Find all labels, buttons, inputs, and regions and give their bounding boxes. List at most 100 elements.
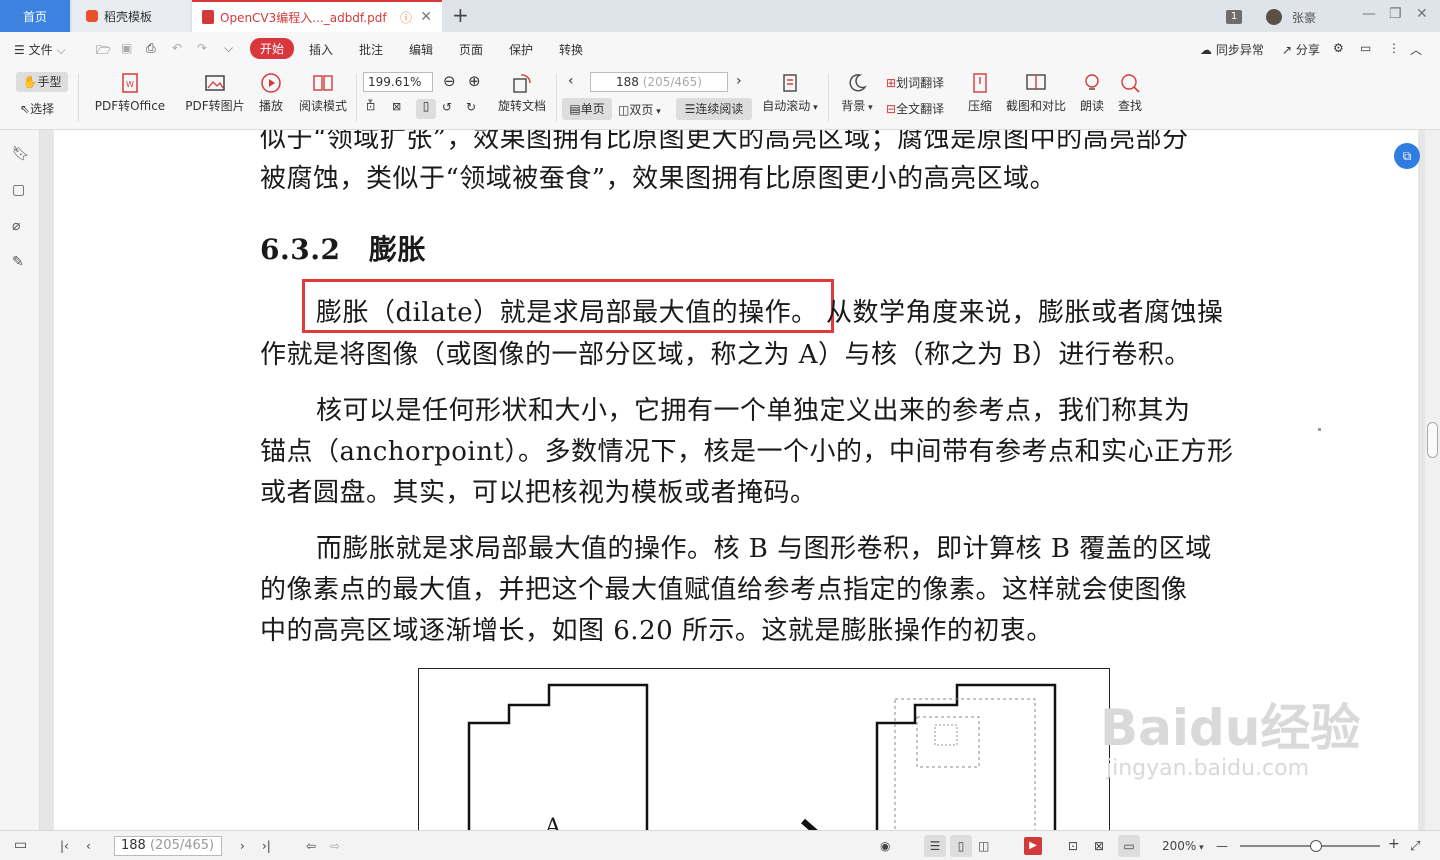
tab-template[interactable]: 稻壳模板 bbox=[72, 0, 190, 32]
forward-icon[interactable]: ⇨ bbox=[330, 839, 340, 853]
tab-document[interactable]: OpenCV3编程入..._adbdf.pdf ⓘ ✕ bbox=[192, 0, 442, 32]
rotate-right-icon[interactable]: ↻ bbox=[466, 100, 476, 114]
full-translate-button[interactable]: ⊟全文翻译 bbox=[886, 100, 944, 117]
zoom-dropdown[interactable]: 200% ▾ bbox=[1162, 839, 1204, 853]
menu-insert[interactable]: 插入 bbox=[309, 41, 333, 58]
menu-convert[interactable]: 转换 bbox=[559, 41, 583, 58]
zoom-out-status-icon[interactable]: — bbox=[1216, 839, 1228, 853]
zoom-value: 199.61% bbox=[368, 75, 422, 89]
menu-start[interactable]: 开始 bbox=[250, 38, 295, 59]
page-number-input[interactable]: 188 (205/465) bbox=[590, 72, 728, 92]
thumbnail-icon[interactable]: ▢ bbox=[12, 182, 28, 198]
fullscreen-icon[interactable]: ⤢ bbox=[1410, 839, 1420, 854]
compress-button[interactable]: 压缩 bbox=[966, 72, 994, 114]
next-page-status-icon[interactable]: › bbox=[240, 839, 245, 853]
continuous-view-icon[interactable]: ☰ bbox=[924, 835, 946, 857]
fit-width-icon[interactable]: ▯ bbox=[416, 99, 436, 119]
fit-page-status-icon[interactable]: ⊠ bbox=[1094, 839, 1104, 853]
floating-tool-button[interactable]: ⧉ bbox=[1394, 143, 1420, 169]
rotate-left-icon[interactable]: ↺ bbox=[442, 100, 452, 114]
avatar[interactable] bbox=[1266, 9, 1282, 25]
search-button[interactable]: 查找 bbox=[1116, 72, 1144, 114]
comment-icon[interactable]: ▭ bbox=[1360, 41, 1371, 55]
single-page-button[interactable]: ▤单页 bbox=[562, 98, 612, 120]
status-page-input[interactable]: 188 (205/465) bbox=[114, 836, 222, 856]
last-page-icon[interactable]: ›| bbox=[262, 839, 271, 853]
zoom-select[interactable]: 199.61% ▾ bbox=[363, 72, 433, 107]
quick-access-chevron-icon[interactable]: ⌵ bbox=[224, 41, 233, 56]
minimize-icon[interactable]: — bbox=[1362, 6, 1376, 22]
restore-icon[interactable]: ❐ bbox=[1389, 6, 1402, 22]
double-page-button[interactable]: ◫双页 ▾ bbox=[618, 101, 661, 118]
zoom-in-status-icon[interactable]: + bbox=[1388, 836, 1400, 852]
zoom-in-icon[interactable]: ⊕ bbox=[468, 72, 481, 90]
text-line: 的像素点的最大值，并把这个最大值赋值给参考点指定的像素。这样就会使图像 bbox=[260, 575, 1188, 605]
single-page-label: 单页 bbox=[580, 102, 605, 116]
undo-icon[interactable]: ↶ bbox=[172, 41, 182, 55]
watermark-brand: Baidu经验 bbox=[1100, 699, 1361, 757]
close-tab-icon[interactable]: ✕ bbox=[420, 9, 432, 25]
auto-scroll-button[interactable]: 自动滚动 ▾ bbox=[760, 72, 820, 114]
collapse-ribbon-icon[interactable]: ︿ bbox=[1410, 41, 1422, 58]
zoom-out-icon[interactable]: ⊖ bbox=[443, 72, 456, 90]
eye-protection-icon[interactable]: ◉ bbox=[880, 839, 890, 853]
open-icon[interactable]: 🗁 bbox=[96, 41, 111, 62]
actual-size-icon[interactable]: ⊡ bbox=[366, 100, 375, 113]
scrollbar-thumb[interactable] bbox=[1427, 422, 1438, 458]
prev-page-icon[interactable]: ‹ bbox=[568, 73, 574, 89]
username[interactable]: 张豪 bbox=[1292, 9, 1316, 26]
actual-size-status-icon[interactable]: ⊡ bbox=[1068, 839, 1078, 853]
sync-status[interactable]: ☁ 同步异常 bbox=[1200, 41, 1264, 58]
vertical-scrollbar[interactable] bbox=[1425, 130, 1440, 830]
settings-icon[interactable]: ⚙ bbox=[1333, 41, 1344, 55]
bookmark-icon[interactable]: 🔖︎ bbox=[12, 146, 30, 162]
read-mode-button[interactable]: 阅读模式 bbox=[298, 72, 348, 114]
notification-badge[interactable]: 1 bbox=[1226, 10, 1242, 24]
share-button[interactable]: ↗ 分享 bbox=[1282, 41, 1320, 58]
attachment-icon[interactable]: ⌀ bbox=[12, 218, 28, 234]
background-button[interactable]: 背景 ▾ bbox=[838, 72, 876, 114]
hand-tool-button[interactable]: ✋手型 bbox=[16, 72, 68, 92]
prev-page-status-icon[interactable]: ‹ bbox=[86, 839, 91, 853]
play-status-icon[interactable]: ▶ bbox=[1024, 837, 1042, 855]
zoom-slider-handle[interactable] bbox=[1310, 840, 1322, 852]
first-page-icon[interactable]: |‹ bbox=[60, 839, 69, 853]
watermark: Baidu经验 jingyan.baidu.com bbox=[1100, 700, 1380, 830]
redo-icon[interactable]: ↷ bbox=[197, 41, 207, 55]
play-button[interactable]: 播放 bbox=[254, 72, 288, 114]
new-tab-icon[interactable]: + bbox=[452, 3, 469, 27]
rotate-document-button[interactable]: 旋转文档 bbox=[496, 72, 548, 114]
single-view-icon[interactable]: ▯ bbox=[950, 835, 972, 857]
file-menu[interactable]: ☰ 文件 ⌵ bbox=[14, 41, 66, 58]
continuous-read-button[interactable]: ☰连续阅读 bbox=[676, 98, 752, 120]
auto-scroll-label: 自动滚动 bbox=[762, 99, 811, 113]
highlighted-text: 膨胀（dilate）就是求局部最大值的操作。 bbox=[316, 298, 818, 328]
figure-6-20: A bbox=[418, 668, 1110, 830]
more-icon[interactable]: ⋮ bbox=[1388, 41, 1400, 55]
fit-page-icon[interactable]: ⊠ bbox=[392, 100, 401, 113]
menu-edit[interactable]: 编辑 bbox=[409, 41, 433, 58]
page-total: (205/465) bbox=[642, 75, 702, 89]
word-translate-button[interactable]: ⊞划词翻译 bbox=[886, 74, 944, 91]
double-page-label: 双页 bbox=[629, 103, 654, 117]
double-view-icon[interactable]: ◫ bbox=[978, 839, 989, 853]
screenshot-compare-button[interactable]: 截图和对比 bbox=[1004, 72, 1068, 114]
menu-protect[interactable]: 保护 bbox=[509, 41, 533, 58]
next-page-icon[interactable]: › bbox=[736, 73, 742, 89]
warning-icon[interactable]: ⓘ bbox=[400, 9, 412, 26]
print-icon[interactable]: ⎙ bbox=[146, 41, 156, 56]
pdf-to-office-button[interactable]: W PDF转Office bbox=[90, 72, 170, 114]
tab-home[interactable]: 首页 bbox=[0, 0, 70, 32]
save-icon[interactable]: ▣ bbox=[121, 41, 132, 55]
select-tool-button[interactable]: ⇖选择 bbox=[20, 100, 54, 117]
fit-width-status-icon[interactable]: ▭ bbox=[1118, 835, 1140, 857]
read-aloud-button[interactable]: 朗读 bbox=[1078, 72, 1106, 114]
menu-page[interactable]: 页面 bbox=[459, 41, 483, 58]
toolbar-divider bbox=[78, 74, 79, 122]
close-window-icon[interactable]: ✕ bbox=[1416, 6, 1428, 22]
back-icon[interactable]: ⇦ bbox=[306, 839, 316, 853]
pdf-to-image-button[interactable]: PDF转图片 bbox=[184, 72, 246, 114]
signature-icon[interactable]: ✎ bbox=[12, 254, 28, 270]
menu-annotate[interactable]: 批注 bbox=[359, 41, 383, 58]
sidebar-toggle-icon[interactable]: ▭ bbox=[14, 837, 27, 853]
